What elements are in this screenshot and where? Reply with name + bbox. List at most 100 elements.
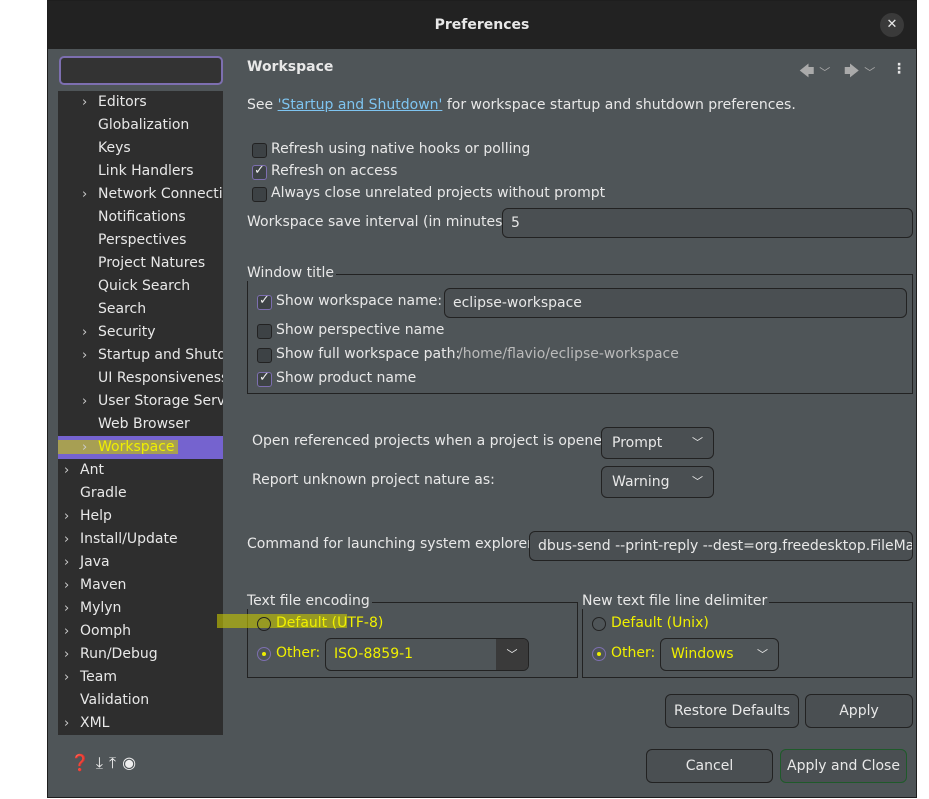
tree-item[interactable]: › Help <box>58 505 223 528</box>
encoding-default-radio[interactable] <box>257 617 271 631</box>
chevron-right-icon[interactable]: › <box>64 666 69 689</box>
full-path-value: /home/flavio/eclipse-workspace <box>458 346 679 362</box>
tree-item-label: XML <box>80 715 110 731</box>
tree-item[interactable]: › Team <box>58 666 223 689</box>
refresh-native-label: Refresh using native hooks or polling <box>271 141 531 157</box>
tree-item[interactable]: › XML <box>58 712 223 735</box>
tree-item[interactable]: › Network Connections <box>58 183 223 206</box>
chevron-down-icon[interactable]: ﹀ <box>496 639 528 670</box>
chevron-right-icon[interactable]: › <box>82 344 87 367</box>
startup-link[interactable]: 'Startup and Shutdown' <box>278 97 443 113</box>
export-icon[interactable]: ⤒ <box>109 753 122 772</box>
preferences-dialog: Preferences ✕ › Editors Globalization Keys L… <box>47 0 917 798</box>
chevron-right-icon[interactable]: › <box>64 528 69 551</box>
chevron-down-icon: ﹀ <box>757 648 768 661</box>
chevron-right-icon[interactable]: › <box>82 91 87 114</box>
chevron-right-icon[interactable]: › <box>64 620 69 643</box>
delimiter-other-radio[interactable] <box>592 647 606 661</box>
explorer-command-input[interactable]: dbus-send --print-reply --dest=org.freed… <box>529 531 913 561</box>
unknown-nature-label: Report unknown project nature as: <box>252 472 495 488</box>
tree-item[interactable]: Quick Search <box>58 275 223 298</box>
cancel-button[interactable]: Cancel <box>646 749 773 783</box>
refresh-native-checkbox[interactable] <box>252 143 267 158</box>
refresh-access-checkbox[interactable] <box>252 163 267 180</box>
restore-defaults-button[interactable]: Restore Defaults <box>665 694 799 728</box>
apply-button[interactable]: Apply <box>805 694 913 728</box>
show-ws-name-checkbox[interactable] <box>257 293 272 310</box>
open-ref-select[interactable]: Prompt ﹀ <box>601 427 714 459</box>
page-title: Workspace <box>247 59 334 75</box>
chevron-right-icon[interactable]: › <box>64 574 69 597</box>
chevron-right-icon[interactable]: › <box>64 597 69 620</box>
tree-item[interactable]: › Workspace <box>58 436 223 459</box>
tree-item[interactable]: Link Handlers <box>58 160 223 183</box>
show-full-path-checkbox[interactable] <box>257 348 272 363</box>
tree-item-label: Startup and Shutdown <box>98 347 223 363</box>
delimiter-default-label: Default (Unix) <box>611 615 709 631</box>
delimiter-combo[interactable]: Windows ﹀ <box>660 638 779 671</box>
tree-item[interactable]: Perspectives <box>58 229 223 252</box>
tree-item[interactable]: › Editors <box>58 91 223 114</box>
tree-item[interactable]: › Run/Debug <box>58 643 223 666</box>
tree-item-label: Java <box>80 554 110 570</box>
chevron-right-icon[interactable]: › <box>64 459 69 482</box>
tree-item-label: Validation <box>80 692 150 708</box>
tree-item[interactable]: Globalization <box>58 114 223 137</box>
chevron-right-icon[interactable]: › <box>64 551 69 574</box>
menu-icon[interactable]: ⋮ <box>892 61 906 77</box>
delimiter-group-label: New text file line delimiter <box>582 593 770 609</box>
tree-item[interactable]: Project Natures <box>58 252 223 275</box>
delimiter-default-radio[interactable] <box>592 617 606 631</box>
show-product-checkbox[interactable] <box>257 370 272 387</box>
chevron-down-icon: ﹀ <box>692 436 703 449</box>
tree-item[interactable]: › Mylyn <box>58 597 223 620</box>
tree-item-label: Network Connections <box>98 186 223 202</box>
tree-item[interactable]: › Startup and Shutdown <box>58 344 223 367</box>
tree-item[interactable]: Web Browser <box>58 413 223 436</box>
tree-item-label: Notifications <box>98 209 186 225</box>
tree-item-label: Help <box>80 508 112 524</box>
close-icon[interactable]: ✕ <box>880 13 904 37</box>
import-icon[interactable]: ⤓ <box>96 753 109 772</box>
record-icon[interactable]: ◉ <box>122 753 142 772</box>
apply-and-close-button[interactable]: Apply and Close <box>780 749 907 783</box>
tree-item[interactable]: Validation <box>58 689 223 712</box>
chevron-right-icon[interactable]: › <box>82 436 87 459</box>
chevron-right-icon[interactable]: › <box>82 321 87 344</box>
tree-item-label: Link Handlers <box>98 163 194 179</box>
save-interval-input[interactable]: 5 <box>502 208 913 238</box>
encoding-combo[interactable]: ISO-8859-1 ﹀ <box>325 638 529 671</box>
always-close-checkbox[interactable] <box>252 187 267 202</box>
tree-item[interactable]: › Oomph <box>58 620 223 643</box>
tree-item[interactable]: › Ant <box>58 459 223 482</box>
chevron-right-icon[interactable]: › <box>82 390 87 413</box>
tree-item[interactable]: Keys <box>58 137 223 160</box>
tree-item[interactable]: UI Responsiveness <box>58 367 223 390</box>
back-arrow-icon[interactable]: 🡄 ﹀ <box>799 61 830 86</box>
encoding-other-radio[interactable] <box>257 647 271 661</box>
show-perspective-checkbox[interactable] <box>257 324 272 339</box>
tree-item[interactable]: › Java <box>58 551 223 574</box>
help-icon[interactable]: ❓ <box>70 753 96 772</box>
tree-item[interactable]: › Maven <box>58 574 223 597</box>
filter-input[interactable] <box>59 56 223 85</box>
workspace-name-input[interactable]: eclipse-workspace <box>444 288 907 318</box>
tree-item[interactable]: › Security <box>58 321 223 344</box>
tree-item[interactable]: Search <box>58 298 223 321</box>
tree-item[interactable]: › User Storage Service <box>58 390 223 413</box>
chevron-right-icon[interactable]: › <box>82 183 87 206</box>
forward-arrow-icon[interactable]: 🡆 ﹀ <box>844 61 875 86</box>
filter-text[interactable] <box>61 58 221 83</box>
unknown-nature-select[interactable]: Warning ﹀ <box>601 466 714 498</box>
footer-icons: ❓⤓⤒◉ <box>70 753 142 773</box>
intro-text: See 'Startup and Shutdown' for workspace… <box>247 97 796 113</box>
tree-item[interactable]: Notifications <box>58 206 223 229</box>
chevron-right-icon[interactable]: › <box>64 505 69 528</box>
tree-item[interactable]: › Install/Update <box>58 528 223 551</box>
tree-item[interactable]: Gradle <box>58 482 223 505</box>
chevron-right-icon[interactable]: › <box>64 643 69 666</box>
workspace-page: Workspace 🡄 ﹀ 🡆 ﹀ ⋮ See 'Startup and Shu… <box>217 49 917 799</box>
tree-item-label: Gradle <box>80 485 127 501</box>
intro-suffix: for workspace startup and shutdown prefe… <box>442 97 796 113</box>
chevron-right-icon[interactable]: › <box>64 712 69 735</box>
